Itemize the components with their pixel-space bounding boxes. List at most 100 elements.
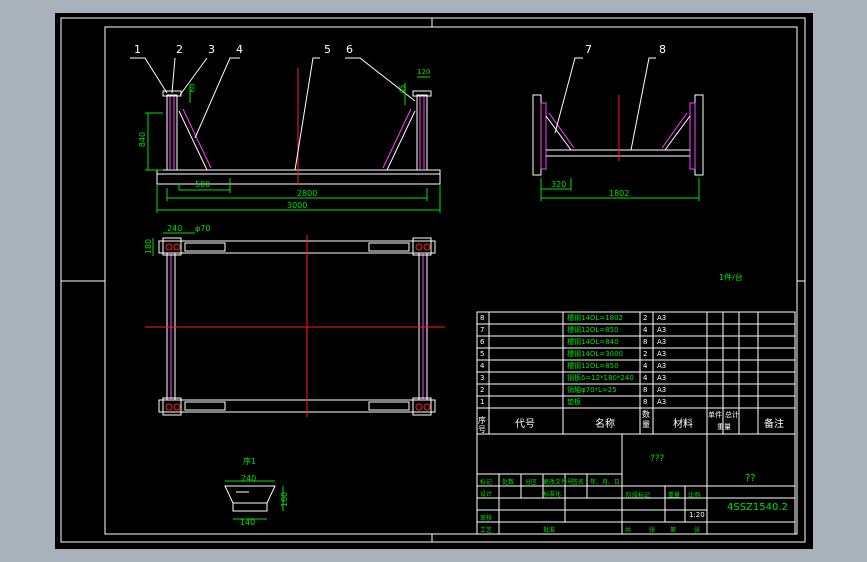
- plan-dim-phi70: φ70: [195, 224, 211, 233]
- balloon-7: 7: [585, 43, 592, 56]
- label-approve: 批准: [543, 527, 556, 534]
- table-row: 8 槽钢14OL=1802 2 A3: [477, 312, 795, 324]
- row-qty: 8: [643, 386, 648, 394]
- row-mat: A3: [657, 374, 667, 382]
- row-no: 7: [480, 326, 485, 334]
- row-no: 5: [480, 350, 485, 358]
- hdr-qty: 数量: [642, 410, 650, 429]
- label-stage-mark: 阶段标记: [626, 492, 651, 499]
- detail-dim-160: 160: [280, 491, 290, 508]
- balloon-8: 8: [659, 43, 666, 56]
- label-zone: 分区: [525, 479, 538, 486]
- label-review: 审核: [480, 515, 493, 522]
- row-mat: A3: [657, 350, 667, 358]
- dim-120: 120: [417, 68, 431, 76]
- row-mat: A3: [657, 386, 667, 394]
- label-sheet-unit2: 张: [694, 527, 701, 534]
- row-mat: A3: [657, 338, 667, 346]
- hdr-total-weight: 总计: [725, 411, 739, 419]
- dim-45: 45: [398, 84, 407, 94]
- row-qty: 2: [643, 314, 648, 322]
- front-right-post: [416, 94, 428, 171]
- table-row: 4 槽钢12OL=850 4 A3: [477, 360, 795, 372]
- hdr-no: 序号: [478, 416, 486, 434]
- hdr-name: 名称: [595, 419, 615, 430]
- hdr-weight: 重量: [717, 423, 731, 431]
- front-left-post: [166, 94, 178, 171]
- label-mark: 标记: [480, 479, 493, 486]
- row-no: 3: [480, 374, 485, 382]
- label-sheets-total: 共: [625, 527, 632, 534]
- row-name: 垫板: [567, 398, 581, 406]
- detail-dim-240: 240: [241, 474, 257, 483]
- row-no: 1: [480, 398, 485, 406]
- row-qty: 8: [643, 398, 648, 406]
- row-qty: 4: [643, 362, 648, 370]
- row-no: 6: [480, 338, 485, 346]
- row-mat: A3: [657, 398, 667, 406]
- dim-320: 320: [551, 180, 567, 189]
- row-mat: A3: [657, 362, 667, 370]
- dim-3000: 3000: [287, 201, 308, 210]
- detail-title: 序1: [243, 457, 257, 466]
- outer-border: [60, 17, 806, 543]
- row-qty: 2: [643, 350, 648, 358]
- balloon-1: 1: [134, 43, 141, 56]
- row-qty: 4: [643, 326, 648, 334]
- balloon-4: 4: [236, 43, 243, 56]
- quantity-note: 1件/台: [719, 273, 743, 282]
- dim-60: 60: [188, 83, 197, 93]
- detail-dim-140: 140: [240, 518, 256, 527]
- plan-view: [145, 232, 445, 417]
- row-name: 槽钢14OL=840: [567, 338, 619, 346]
- label-process: 工艺: [480, 527, 493, 534]
- drawing-sheet: 1 2 3 4 5 6 7 8 840 60 120 45 500 2800 3…: [55, 13, 813, 549]
- row-name: 槽钢12OL=850: [567, 362, 619, 370]
- company-name: ???: [650, 454, 665, 464]
- drawing-canvas: [60, 17, 806, 543]
- row-mat: A3: [657, 326, 667, 334]
- row-name: 销轴φ70*L=25: [567, 386, 617, 394]
- label-count: 处数: [502, 479, 515, 486]
- label-change-doc: 更改文件号: [543, 479, 574, 486]
- table-row: 7 槽钢12OL=850 4 A3: [477, 324, 795, 336]
- row-name: 槽钢14OL=3000: [567, 350, 623, 358]
- label-sign: 签名: [572, 479, 585, 486]
- plan-dim-180: 180: [144, 238, 154, 255]
- dim-840: 840: [138, 131, 148, 148]
- label-date: 年、月、日: [590, 479, 621, 486]
- title-labels-left: 标记 处数 分区 更改文件号 签名 年、月、日 设计 标准化 审核 工艺 批准: [477, 474, 622, 534]
- hdr-remarks: 备注: [764, 419, 784, 430]
- label-design: 设计: [480, 491, 493, 498]
- label-ratio: 比例: [688, 492, 701, 499]
- balloon-2: 2: [176, 43, 183, 56]
- front-view: [130, 57, 441, 213]
- label-sheet-unit: 张: [649, 527, 656, 534]
- bom-header: 序号 代号 名称 数量 材料 单件 总计 重量 备注: [477, 408, 795, 434]
- row-no: 2: [480, 386, 485, 394]
- dim-2800: 2800: [297, 189, 318, 198]
- table-row: 5 槽钢14OL=3000 2 A3: [477, 348, 795, 360]
- balloon-3: 3: [208, 43, 215, 56]
- hdr-code: 代号: [515, 419, 535, 430]
- table-row: 1 垫板 8 A3: [477, 396, 795, 408]
- label-sheet-no: 第: [670, 527, 677, 534]
- table-row: 6 槽钢14OL=840 8 A3: [477, 336, 795, 348]
- dim-500: 500: [195, 180, 211, 189]
- table-row: 3 钢板δ=12*180*240 4 A3: [477, 372, 795, 384]
- balloon-5: 5: [324, 43, 331, 56]
- drawing-title: ??: [745, 473, 756, 484]
- row-name: 槽钢12OL=850: [567, 326, 619, 334]
- row-qty: 8: [643, 338, 648, 346]
- balloon-6: 6: [346, 43, 353, 56]
- table-row: 2 销轴φ70*L=25 8 A3: [477, 384, 795, 396]
- row-qty: 4: [643, 374, 648, 382]
- row-no: 4: [480, 362, 485, 370]
- plan-dim-240: 240: [167, 224, 183, 233]
- label-weight: 重量: [668, 492, 681, 499]
- title-labels-mid: 阶段标记 重量 比例 共 张 第 张: [622, 486, 707, 534]
- row-name: 钢板δ=12*180*240: [567, 374, 634, 382]
- row-mat: A3: [657, 314, 667, 322]
- detail-part-1: [224, 480, 284, 520]
- label-standardize: 标准化: [543, 491, 562, 498]
